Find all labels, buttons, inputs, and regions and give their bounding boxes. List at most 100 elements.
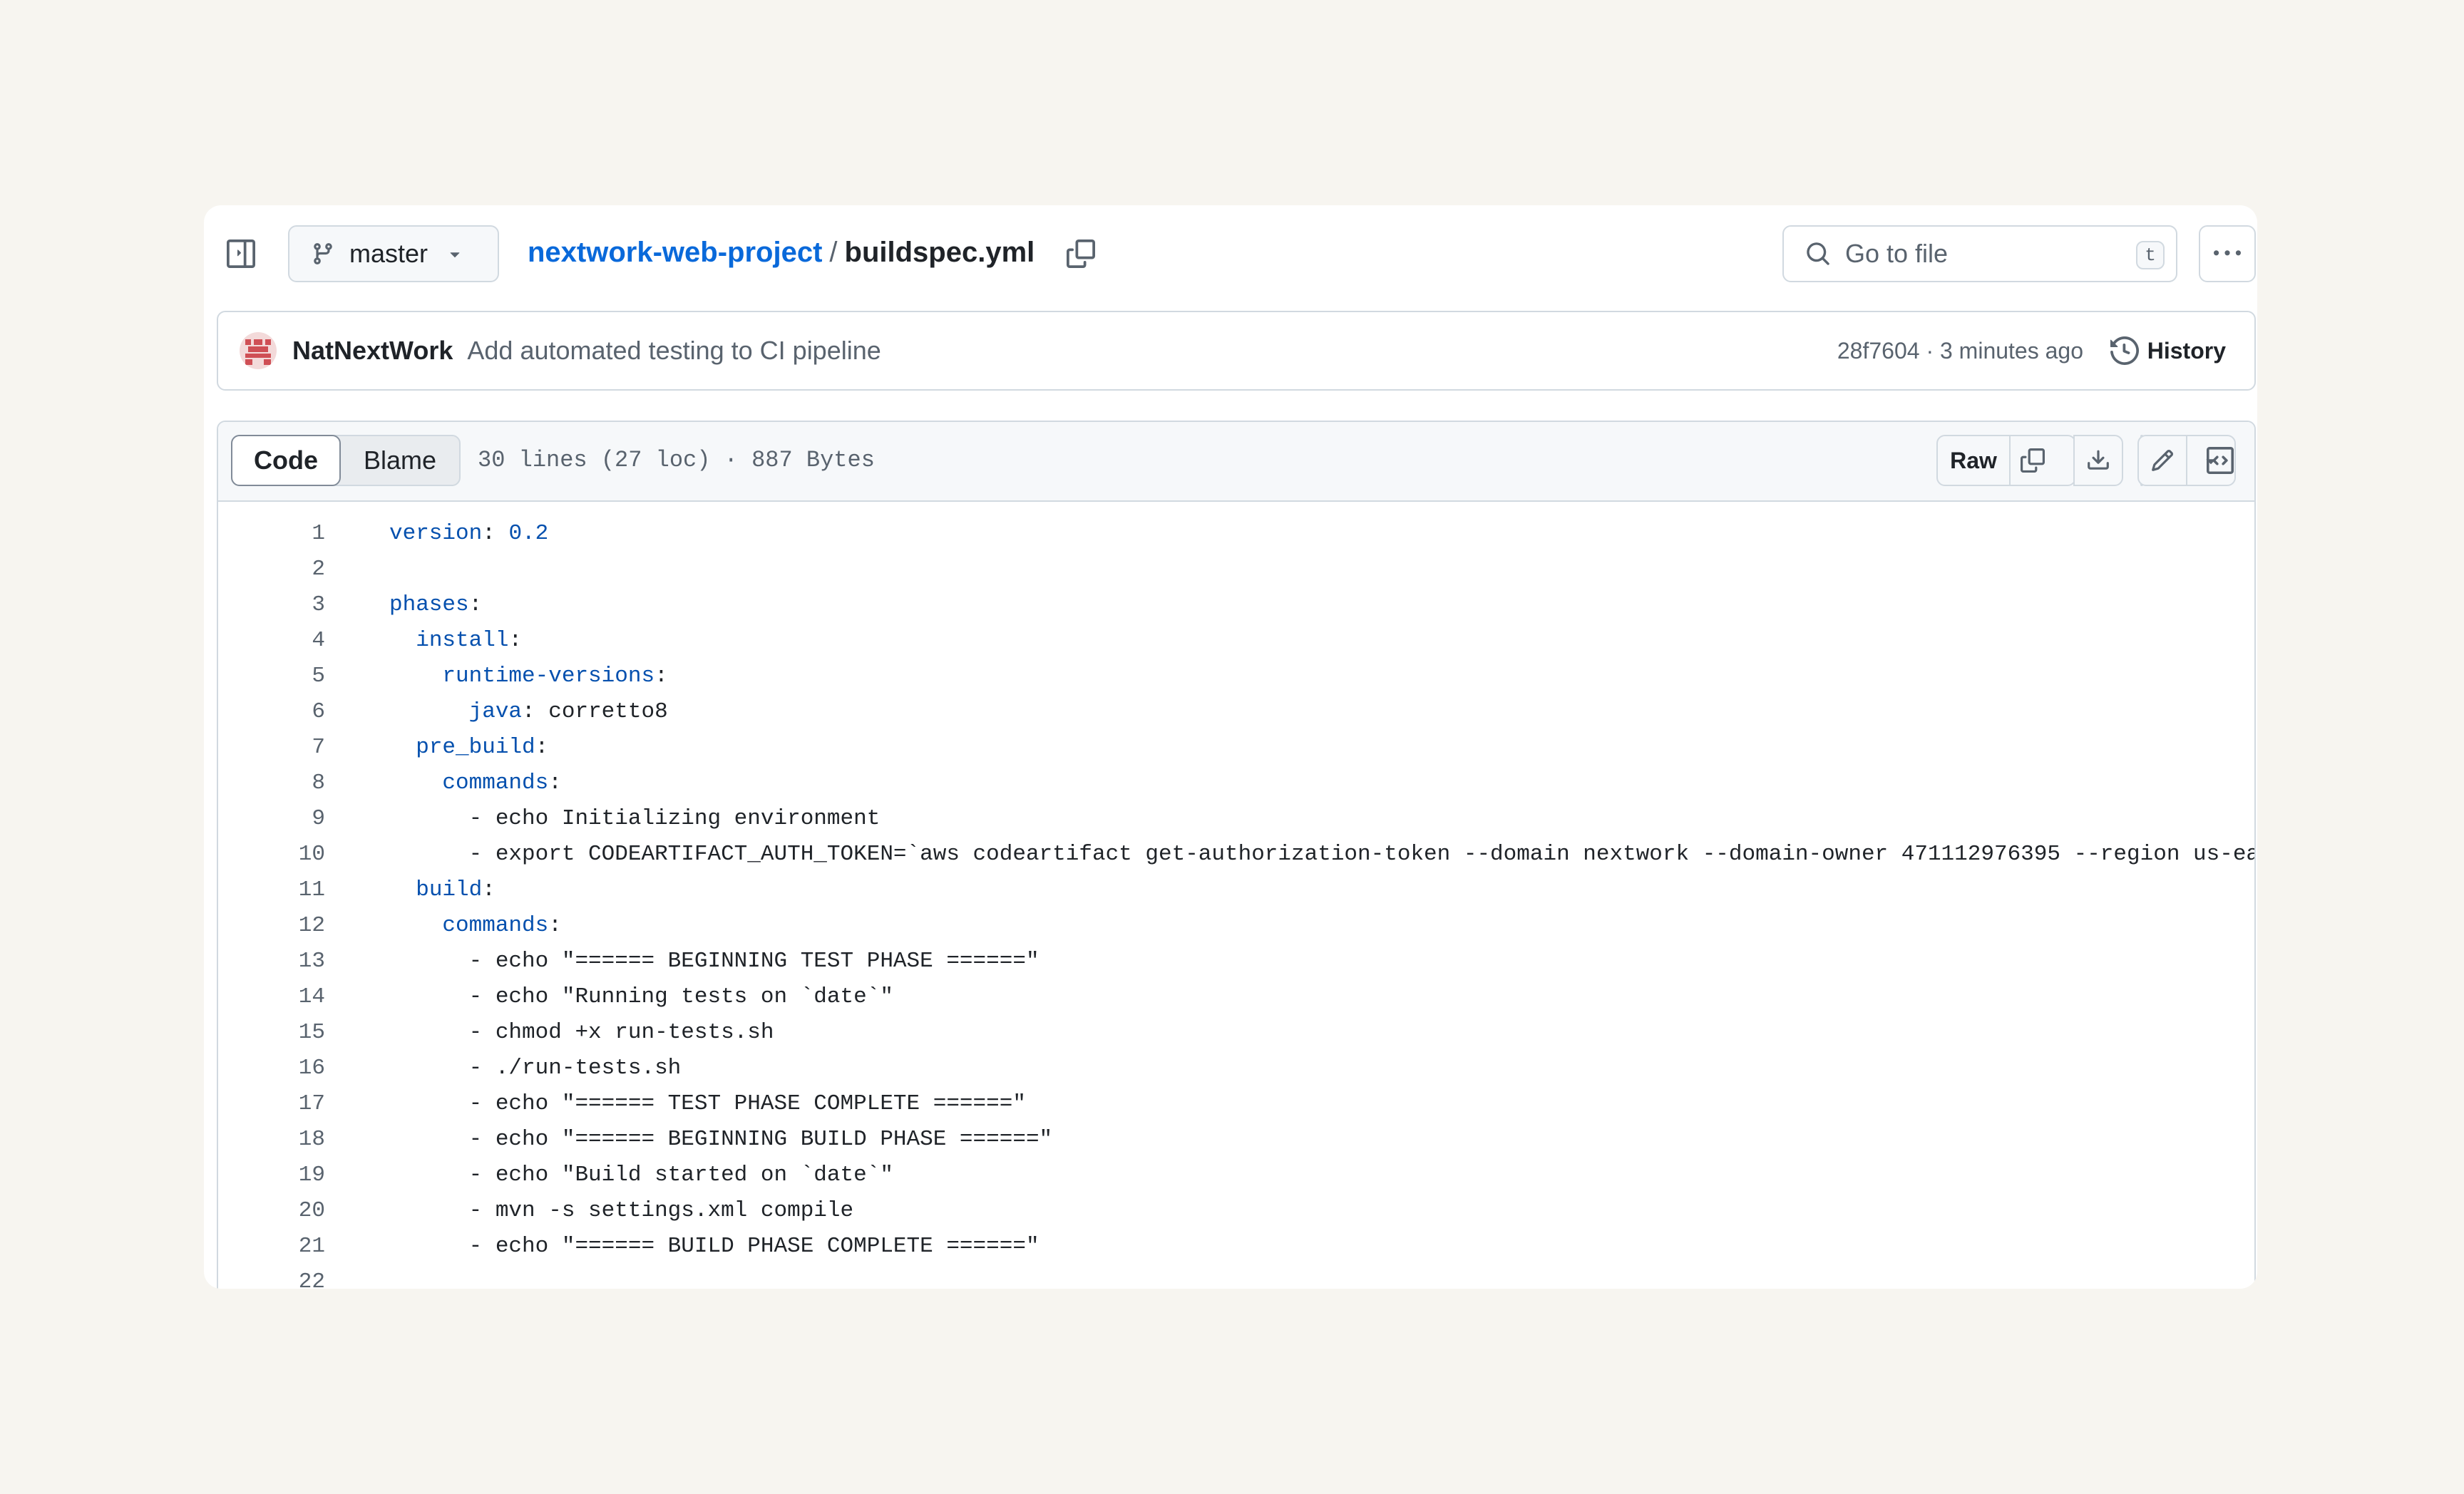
yaml-colon: : — [654, 664, 668, 689]
yaml-key: phases — [389, 592, 469, 617]
raw-actions-group: Raw — [1936, 435, 2076, 486]
yaml-value: - echo "Running tests on `date`" — [468, 984, 893, 1009]
yaml-colon: : — [522, 699, 535, 724]
file-info: 30 lines (27 loc) · 887 Bytes — [478, 447, 875, 473]
line-number[interactable]: 5 — [218, 659, 325, 694]
code-line: 12 commands: — [218, 908, 2254, 944]
line-number[interactable]: 18 — [218, 1122, 325, 1158]
kebab-horizontal-icon — [2214, 240, 2241, 267]
line-number[interactable]: 8 — [218, 766, 325, 801]
commit-sha[interactable]: 28f7604 — [1837, 338, 1920, 364]
commit-message[interactable]: Add automated testing to CI pipeline — [467, 336, 881, 366]
tab-blame[interactable]: Blame — [341, 436, 459, 485]
line-content: commands: — [325, 766, 561, 801]
yaml-colon: : — [535, 735, 549, 760]
branch-name: master — [349, 239, 428, 268]
line-number[interactable]: 14 — [218, 979, 325, 1015]
avatar[interactable] — [240, 332, 277, 369]
go-to-file-input[interactable] — [1845, 239, 2116, 269]
line-number[interactable]: 20 — [218, 1193, 325, 1229]
line-number[interactable]: 2 — [218, 552, 325, 587]
copy-icon — [2021, 448, 2045, 473]
history-button[interactable]: History — [2110, 336, 2226, 365]
line-number[interactable]: 9 — [218, 801, 325, 837]
line-number[interactable]: 4 — [218, 623, 325, 659]
line-number[interactable]: 17 — [218, 1086, 325, 1122]
line-number[interactable]: 3 — [218, 587, 325, 623]
symbols-panel-button[interactable] — [2194, 435, 2246, 486]
search-icon — [1805, 241, 1831, 267]
line-number[interactable]: 1 — [218, 516, 325, 552]
repo-link[interactable]: nextwork-web-project — [528, 237, 822, 269]
download-group — [2073, 435, 2123, 486]
line-content — [325, 1264, 389, 1289]
history-icon — [2110, 336, 2139, 365]
line-number[interactable]: 12 — [218, 908, 325, 944]
line-number[interactable]: 7 — [218, 730, 325, 766]
yaml-value: - chmod +x run-tests.sh — [468, 1020, 774, 1045]
code-line: 14 - echo "Running tests on `date`" — [218, 979, 2254, 1015]
yaml-value: 0.2 — [495, 521, 549, 546]
code-line: 18 - echo "====== BEGINNING BUILD PHASE … — [218, 1122, 2254, 1158]
line-content: phases: — [325, 587, 482, 623]
yaml-value: - mvn -s settings.xml compile — [468, 1198, 854, 1223]
line-content: - echo "====== BEGINNING BUILD PHASE ===… — [325, 1122, 1053, 1158]
line-number[interactable]: 6 — [218, 694, 325, 730]
line-number[interactable]: 13 — [218, 944, 325, 979]
go-to-file-search[interactable]: t — [1782, 225, 2177, 282]
raw-button[interactable]: Raw — [1938, 436, 2009, 485]
copy-path-icon[interactable] — [1062, 235, 1099, 272]
edit-file-button[interactable] — [2139, 436, 2186, 485]
yaml-colon: : — [482, 521, 496, 546]
yaml-value: - echo Initializing environment — [468, 806, 881, 831]
yaml-value: - echo "====== BUILD PHASE COMPLETE ====… — [468, 1234, 1040, 1259]
code-line: 10 - export CODEARTIFACT_AUTH_TOKEN=`aws… — [218, 837, 2254, 872]
line-number[interactable]: 22 — [218, 1264, 325, 1289]
line-number[interactable]: 10 — [218, 837, 325, 872]
code-viewer: 1 version: 0.2 2 3 phases: 4 install: 5 runtim… — [218, 502, 2254, 1289]
tab-code[interactable]: Code — [231, 435, 341, 486]
meta-separator: · — [1926, 337, 1934, 364]
pencil-icon — [2150, 448, 2175, 473]
yaml-colon: : — [548, 913, 562, 938]
raw-label: Raw — [1950, 447, 1997, 473]
line-number[interactable]: 21 — [218, 1229, 325, 1264]
download-button[interactable] — [2075, 436, 2122, 485]
file-header: Blame Code 30 lines (27 loc) · 887 Bytes… — [218, 422, 2254, 502]
line-content: java: corretto8 — [325, 694, 668, 730]
sidebar-expand-icon[interactable] — [222, 235, 260, 272]
line-content: - echo "====== BEGINNING TEST PHASE ====… — [325, 944, 1040, 979]
copy-raw-button[interactable] — [2009, 436, 2055, 485]
line-content: - mvn -s settings.xml compile — [325, 1193, 854, 1229]
line-number[interactable]: 16 — [218, 1051, 325, 1086]
file-view-card: master nextwork-web-project / buildspec.… — [204, 205, 2257, 1289]
yaml-value: corretto8 — [535, 699, 668, 724]
code-line: 2 — [218, 552, 2254, 587]
download-icon — [2086, 448, 2110, 473]
yaml-value: - echo "Build started on `date`" — [468, 1163, 893, 1188]
line-number[interactable]: 19 — [218, 1158, 325, 1193]
branch-selector-button[interactable]: master — [288, 225, 499, 282]
yaml-key: runtime-versions — [442, 664, 655, 689]
line-content: runtime-versions: — [325, 659, 668, 694]
code-line: 16 - ./run-tests.sh — [218, 1051, 2254, 1086]
line-number[interactable]: 11 — [218, 872, 325, 908]
yaml-colon: : — [508, 628, 523, 653]
code-line: 15 - chmod +x run-tests.sh — [218, 1015, 2254, 1051]
line-number[interactable]: 15 — [218, 1015, 325, 1051]
line-content: install: — [325, 623, 522, 659]
code-line: 22 — [218, 1264, 2254, 1289]
commit-author[interactable]: NatNextWork — [292, 336, 453, 366]
history-label: History — [2147, 337, 2226, 364]
more-options-button[interactable] — [2199, 225, 2256, 282]
view-mode-segmented-control: Blame Code — [231, 435, 461, 486]
